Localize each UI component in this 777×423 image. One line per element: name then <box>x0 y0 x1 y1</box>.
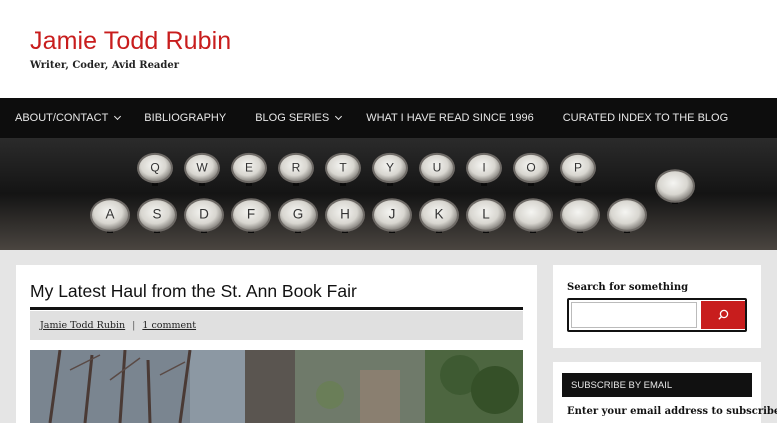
key-label: F <box>247 207 255 222</box>
nav-item-blog-series[interactable]: BLOG SERIES <box>255 98 343 138</box>
key-label: O <box>526 161 535 175</box>
key-label: S <box>152 207 161 222</box>
meta-separator: | <box>132 320 136 331</box>
key-label: R <box>292 161 301 175</box>
search-form <box>567 298 747 332</box>
key-label: I <box>482 161 485 175</box>
post-meta: Jamie Todd Rubin | 1 comment <box>30 311 523 340</box>
key-label: K <box>434 207 443 222</box>
search-widget: Search for something <box>553 265 761 348</box>
key-label: A <box>105 207 114 222</box>
key-label: H <box>340 207 350 222</box>
chevron-down-icon <box>114 112 122 121</box>
nav-item-label: BLOG SERIES <box>255 112 330 124</box>
header-banner-typewriter: Q W E R T Y U I O P A S D F G H J K L <box>0 138 777 250</box>
post-featured-image[interactable] <box>30 350 523 423</box>
nav-item-label: BIBLIOGRAPHY <box>144 112 227 124</box>
post-title[interactable]: My Latest Haul from the St. Ann Book Fai… <box>30 281 357 302</box>
nav-item-bibliography[interactable]: BIBLIOGRAPHY <box>144 98 226 138</box>
search-widget-title: Search for something <box>567 282 689 293</box>
key-label: G <box>293 207 304 222</box>
key-label: P <box>574 161 582 175</box>
post-comments-link[interactable]: 1 comment <box>142 320 196 331</box>
photo-trees-window <box>30 350 523 423</box>
key-label: D <box>199 207 209 222</box>
search-button[interactable] <box>701 301 745 329</box>
subscribe-widget: SUBSCRIBE BY EMAIL Enter your email addr… <box>553 362 777 423</box>
site-description: Writer, Coder, Avid Reader <box>30 60 180 71</box>
key-label: Q <box>150 161 159 175</box>
key-label: W <box>196 161 208 175</box>
nav-item-what-i-have-read[interactable]: WHAT I HAVE READ SINCE 1996 <box>366 98 534 138</box>
search-input[interactable] <box>571 302 697 328</box>
key-label: T <box>339 161 347 175</box>
nav-item-about-contact[interactable]: ABOUT/CONTACT <box>15 98 122 138</box>
chevron-down-icon <box>335 112 343 121</box>
nav-item-label: ABOUT/CONTACT <box>15 112 109 124</box>
title-underline <box>30 307 523 310</box>
key-label: L <box>482 207 490 222</box>
search-icon <box>718 309 729 320</box>
key-label: E <box>245 161 253 175</box>
key-label: U <box>433 161 442 175</box>
key-label: J <box>389 207 396 222</box>
main-navigation: ABOUT/CONTACT BIBLIOGRAPHY BLOG SERIES W… <box>0 98 777 138</box>
nav-item-label: WHAT I HAVE READ SINCE 1996 <box>366 112 534 124</box>
subscribe-instructions: Enter your email address to subscribe <box>567 406 777 417</box>
site-header: Jamie Todd Rubin Writer, Coder, Avid Rea… <box>0 0 777 98</box>
post-author-link[interactable]: Jamie Todd Rubin <box>40 320 125 331</box>
subscribe-widget-title: SUBSCRIBE BY EMAIL <box>562 373 752 397</box>
post-card: My Latest Haul from the St. Ann Book Fai… <box>16 265 537 423</box>
key-label: Y <box>386 161 394 175</box>
nav-item-label: CURATED INDEX TO THE BLOG <box>562 112 729 124</box>
typewriter-keys-image: Q W E R T Y U I O P A S D F G H J K L <box>0 138 777 250</box>
nav-item-curated-index[interactable]: CURATED INDEX TO THE BLOG <box>563 98 728 138</box>
site-title[interactable]: Jamie Todd Rubin <box>30 27 231 56</box>
